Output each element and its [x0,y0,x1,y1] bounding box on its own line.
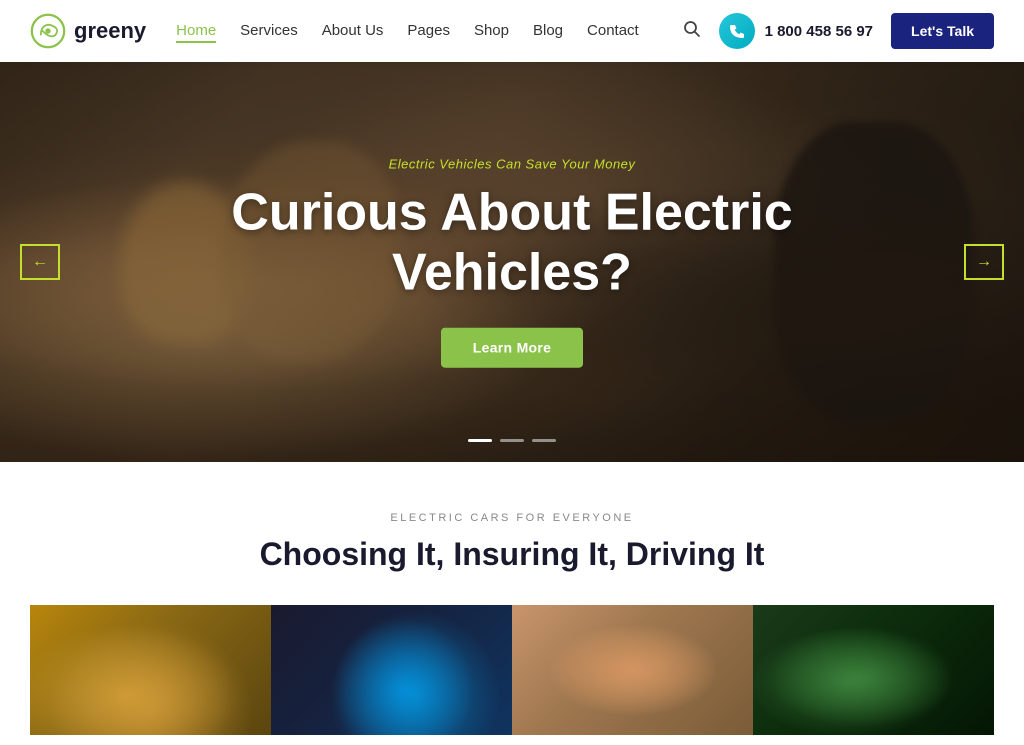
hero-pagination [468,439,556,442]
nav-link-about[interactable]: About Us [322,22,384,39]
nav-link-home[interactable]: Home [176,22,216,43]
phone-area: 1 800 458 56 97 [719,13,873,49]
arrow-right-icon: → [976,253,992,271]
hero-cta-button[interactable]: Learn More [441,327,583,367]
arrow-left-icon: ← [32,253,48,271]
lets-talk-button[interactable]: Let's Talk [891,13,994,49]
nav-item-pages[interactable]: Pages [407,22,450,40]
nav-link-contact[interactable]: Contact [587,22,639,39]
nav-item-blog[interactable]: Blog [533,22,563,40]
card-2[interactable] [271,605,512,735]
phone-number: 1 800 458 56 97 [765,23,873,40]
nav-links: Home Services About Us Pages Shop Blog C… [176,22,639,40]
nav-link-pages[interactable]: Pages [407,22,450,39]
hero-prev-button[interactable]: ← [20,244,60,280]
phone-avatar [719,13,755,49]
nav-item-home[interactable]: Home [176,22,216,40]
card-4[interactable] [753,605,994,735]
dot-2[interactable] [500,439,524,442]
logo-link[interactable]: greeny [30,13,146,49]
dot-3[interactable] [532,439,556,442]
hero-title: Curious About Electric Vehicles? [212,184,812,304]
section-title: Choosing It, Insuring It, Driving It [30,536,994,573]
hero-section: ← Electric Vehicles Can Save Your Money … [0,62,1024,462]
navbar: greeny Home Services About Us Pages Shop… [0,0,1024,62]
section-label: ELECTRIC CARS FOR EVERYONE [30,512,994,524]
nav-link-blog[interactable]: Blog [533,22,563,39]
nav-item-services[interactable]: Services [240,22,298,40]
navbar-left: greeny Home Services About Us Pages Shop… [30,13,639,49]
search-button[interactable] [683,20,701,43]
nav-link-shop[interactable]: Shop [474,22,509,39]
search-icon [683,20,701,38]
hero-tagline: Electric Vehicles Can Save Your Money [212,157,812,172]
hero-content: Electric Vehicles Can Save Your Money Cu… [212,157,812,368]
logo-text: greeny [74,18,146,44]
nav-item-shop[interactable]: Shop [474,22,509,40]
card-3[interactable] [512,605,753,735]
cards-section: ELECTRIC CARS FOR EVERYONE Choosing It, … [0,462,1024,735]
nav-item-about[interactable]: About Us [322,22,384,40]
hero-next-button[interactable]: → [964,244,1004,280]
dot-1[interactable] [468,439,492,442]
logo-icon [30,13,66,49]
nav-item-contact[interactable]: Contact [587,22,639,40]
card-1[interactable] [30,605,271,735]
navbar-right: 1 800 458 56 97 Let's Talk [683,13,994,49]
phone-icon [729,23,745,39]
cards-row [30,605,994,735]
nav-link-services[interactable]: Services [240,22,298,39]
